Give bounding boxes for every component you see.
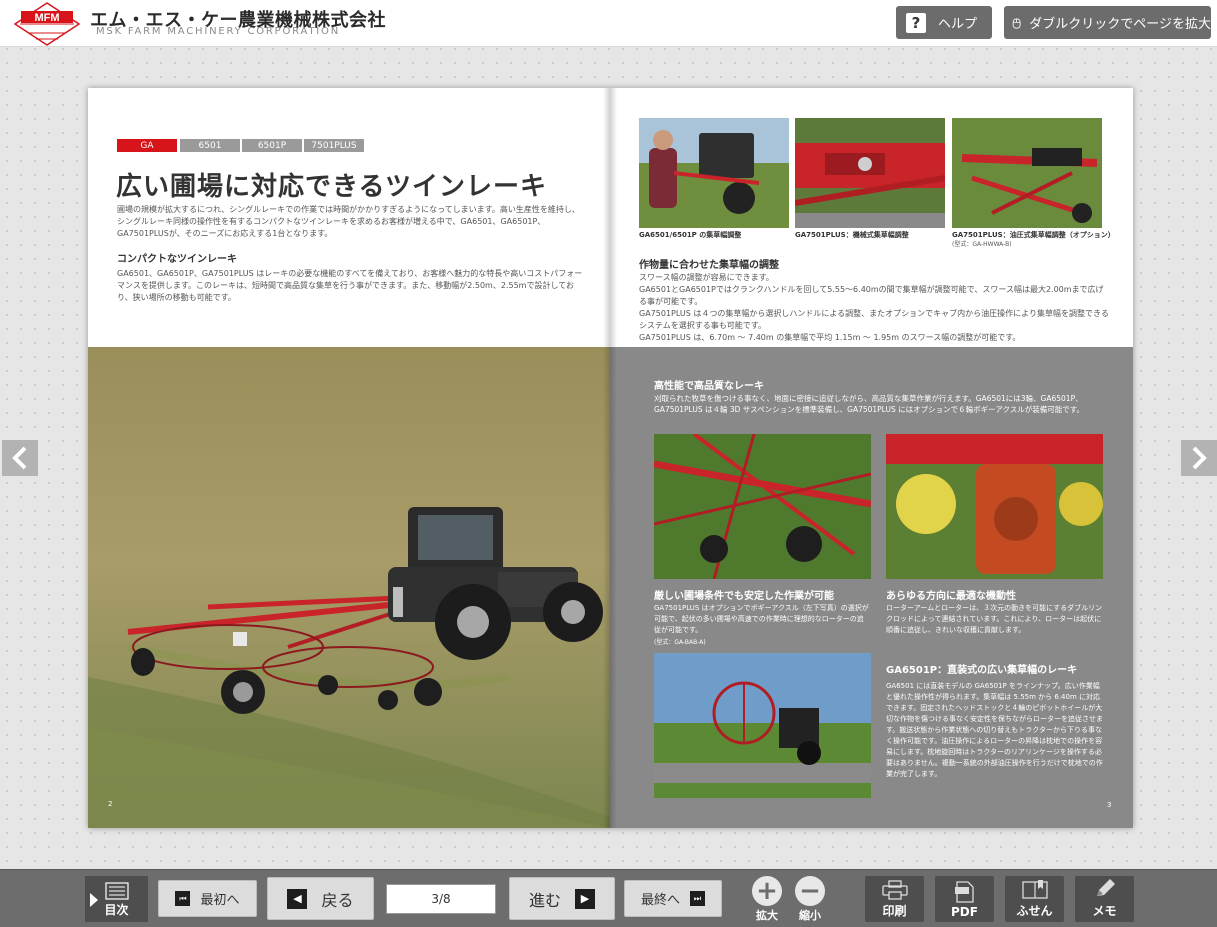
back-button[interactable]: ◀ 戻る	[267, 877, 374, 920]
zoom-out-label: 縮小	[799, 909, 821, 922]
stability-section-note: (型式：GA-BAB-A)	[654, 639, 706, 646]
caption-photo-3-note: (型式：GA-HWWA-B)	[952, 241, 1012, 248]
bookmark-icon	[1021, 880, 1048, 899]
printer-icon	[881, 880, 908, 900]
bottom-toolbar: 目次 ⏮ 最初へ ◀ 戻る 進む ▶ 最終へ ⏭ + 拡大 − 縮小 印刷	[0, 869, 1217, 927]
page-right[interactable]: GA6501/6501P の集草幅調整 GA7501PLUS：機械式集草幅調整 …	[610, 88, 1133, 828]
print-button[interactable]: 印刷	[865, 876, 924, 922]
arrow-left-icon: ◀	[287, 888, 308, 909]
book-spread[interactable]: GA 6501 6501P 7501PLUS 広い圃場に対応できるツインレーキ …	[88, 88, 1133, 828]
help-label: ヘルプ	[938, 17, 978, 32]
rotor-closeup-photo	[654, 434, 871, 579]
pencil-icon	[1096, 879, 1115, 896]
toc-arrow-icon	[90, 893, 98, 907]
page-number-left: 2	[108, 800, 113, 808]
help-icon: ?	[906, 12, 926, 33]
header-bar: MFM エム・エス・ケー農業機械株式会社 MSK FARM MACHINERY …	[0, 0, 1217, 47]
first-page-label: 最初へ	[200, 893, 240, 908]
hub-closeup-photo	[886, 434, 1103, 579]
quality-section-text: 刈取られた牧草を傷つける事なく、地面に密接に追従しながら、高品質な集草作業が行え…	[654, 394, 1084, 414]
next-page-arrow[interactable]	[1181, 440, 1217, 476]
mfm-logo[interactable]: MFM	[14, 2, 80, 46]
arrow-right-icon: ▶	[575, 888, 595, 909]
list-icon	[104, 882, 129, 900]
memo-label: メモ	[1092, 904, 1117, 918]
ga6501p-section-text: GA6501 には直装モデルの GA6501P をラインナップ。広い作業幅と優れ…	[886, 682, 1103, 778]
back-label: 戻る	[321, 890, 354, 910]
model-tag-ga: GA	[117, 139, 177, 152]
company-name-en: MSK FARM MACHINERY CORPORATION	[96, 26, 340, 37]
adjust-section-text: スワース幅の調整が容易にできます。 GA6501とGA6501Pではクランクハン…	[639, 273, 1109, 342]
pdf-file-icon	[954, 881, 974, 903]
logo-text: MFM	[34, 12, 59, 24]
caption-photo-1: GA6501/6501P の集草幅調整	[639, 231, 742, 239]
memo-button[interactable]: メモ	[1075, 876, 1134, 922]
intro-text: 圃場の規模が拡大するにつれ、シングルレーキでの作業では時間がかかりすぎるようにな…	[117, 205, 580, 238]
sticky-note-label: ふせん	[1016, 904, 1053, 918]
next-label: 進む	[528, 890, 561, 910]
zoom-hint-label: ダブルクリックでページを拡大	[1029, 17, 1211, 32]
zoom-in-button[interactable]: + 拡大	[747, 876, 787, 924]
mobility-section-text: ローターアームとローターは、３次元の動きを可能にするダブルリンクロッドによって連…	[886, 604, 1103, 634]
model-tag-6501p: 6501P	[242, 139, 302, 152]
prev-page-arrow[interactable]	[2, 440, 38, 476]
compact-section-title: コンパクトなツインレーキ	[117, 254, 237, 265]
last-page-label: 最終へ	[640, 893, 680, 908]
page-headline: 広い圃場に対応できるツインレーキ	[116, 172, 547, 202]
pdf-button[interactable]: PDF	[935, 876, 994, 922]
model-tag-6501: 6501	[180, 139, 240, 152]
page-left[interactable]: GA 6501 6501P 7501PLUS 広い圃場に対応できるツインレーキ …	[88, 88, 610, 828]
model-tag-7501plus: 7501PLUS	[304, 139, 364, 152]
stability-section-title: 厳しい圃場条件でも安定した作業が可能	[654, 591, 834, 602]
sticky-note-button[interactable]: ふせん	[1005, 876, 1064, 922]
plus-icon: +	[752, 876, 782, 906]
page-number-input[interactable]	[386, 884, 496, 914]
skip-last-icon: ⏭	[690, 891, 705, 906]
stability-section-text: GA7501PLUS はオプションでボギーアクスル（左下写真）の選択が可能で、起…	[654, 604, 869, 634]
adjust-photo-2	[795, 118, 945, 228]
quality-section-title: 高性能で高品質なレーキ	[654, 381, 764, 392]
first-page-button[interactable]: ⏮ 最初へ	[158, 880, 257, 917]
print-label: 印刷	[882, 904, 907, 918]
page-number-right: 3	[1107, 801, 1112, 809]
double-click-zoom-button[interactable]: ダブルクリックでページを拡大	[1004, 6, 1211, 39]
zoom-out-button[interactable]: − 縮小	[790, 876, 830, 924]
chevron-right-icon	[1192, 446, 1207, 470]
last-page-button[interactable]: 最終へ ⏭	[624, 880, 722, 917]
toc-label: 目次	[104, 903, 129, 917]
mouse-icon	[1012, 18, 1021, 29]
chevron-left-icon	[12, 446, 27, 470]
compact-section-text: GA6501、GA6501P、GA7501PLUS はレーキの必要な機能のすべて…	[117, 269, 583, 302]
caption-photo-2: GA7501PLUS：機械式集草幅調整	[795, 231, 909, 239]
mobility-section-title: あらゆる方向に最適な機動性	[886, 591, 1016, 602]
adjust-photo-3	[952, 118, 1102, 228]
tractor-rake-photo	[88, 347, 610, 828]
ga6501p-section-title: GA6501P：直装式の広い集草幅のレーキ	[886, 665, 1078, 676]
transport-photo	[654, 653, 871, 798]
skip-first-icon: ⏮	[175, 891, 191, 906]
adjust-section-title: 作物量に合わせた集草幅の調整	[639, 260, 779, 271]
zoom-in-label: 拡大	[756, 909, 778, 922]
pdf-label: PDF	[951, 905, 978, 919]
next-button[interactable]: 進む ▶	[509, 877, 615, 920]
toc-button[interactable]: 目次	[85, 876, 148, 922]
minus-icon: −	[795, 876, 825, 906]
adjust-photo-1	[639, 118, 789, 228]
feature-panel: 高性能で高品質なレーキ 刈取られた牧草を傷つける事なく、地面に密接に追従しながら…	[610, 347, 1133, 828]
help-button[interactable]: ? ヘルプ	[896, 6, 992, 39]
